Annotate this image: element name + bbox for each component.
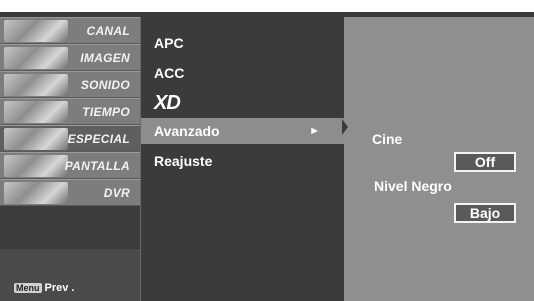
pointer-icon: [342, 119, 348, 135]
category-tiempo[interactable]: TIEMPO: [0, 98, 140, 125]
nivel-negro-value[interactable]: Bajo: [454, 203, 516, 223]
category-dvr[interactable]: DVR: [0, 179, 140, 206]
cine-value[interactable]: Off: [454, 152, 516, 172]
menu-item-apc[interactable]: APC: [141, 30, 344, 56]
prev-hint[interactable]: Menu Prev .: [14, 282, 74, 294]
category-imagen[interactable]: IMAGEN: [0, 44, 140, 71]
menu-item-acc[interactable]: ACC: [141, 60, 344, 86]
submenu-arrow-icon: ►: [309, 125, 320, 137]
menu-item-label: ACC: [154, 65, 185, 81]
osd-screen: CANAL IMAGEN SONIDO TIEMPO ESPECIAL PANT…: [0, 0, 534, 301]
menu-item-avanzado[interactable]: Avanzado ►: [141, 118, 344, 144]
xd-logo: XD: [154, 92, 181, 114]
especial-menu: APC ACC XD Avanzado ► Reajuste: [140, 17, 344, 301]
category-sonido[interactable]: SONIDO: [0, 71, 140, 98]
category-label: PANTALLA: [64, 159, 130, 173]
category-label: CANAL: [86, 24, 130, 38]
avanzado-submenu: Cine Off Nivel Negro Bajo: [342, 17, 534, 301]
category-especial[interactable]: ESPECIAL: [0, 125, 140, 152]
menu-item-label: Reajuste: [154, 153, 213, 169]
canal-icon: [4, 20, 68, 42]
imagen-icon: [4, 47, 68, 69]
especial-icon: [4, 128, 68, 150]
category-label: ESPECIAL: [67, 132, 130, 146]
menu-item-label: Avanzado: [154, 123, 220, 139]
category-label: TIEMPO: [82, 105, 130, 119]
category-pantalla[interactable]: PANTALLA: [0, 152, 140, 179]
category-column: CANAL IMAGEN SONIDO TIEMPO ESPECIAL PANT…: [0, 17, 140, 301]
tiempo-icon: [4, 101, 68, 123]
category-label: IMAGEN: [80, 51, 130, 65]
sonido-icon: [4, 74, 68, 96]
menu-item-label: APC: [154, 35, 184, 51]
menu-item-xd[interactable]: XD: [141, 90, 344, 116]
category-footer: Menu Prev .: [0, 249, 140, 301]
category-label: DVR: [103, 186, 130, 200]
prev-label: Prev .: [44, 282, 75, 294]
category-canal[interactable]: CANAL: [0, 17, 140, 44]
category-label: SONIDO: [80, 78, 130, 92]
pantalla-icon: [4, 155, 68, 177]
cine-label: Cine: [372, 131, 403, 147]
menu-key-icon: Menu: [14, 283, 42, 294]
nivel-negro-label: Nivel Negro: [374, 178, 452, 194]
dvr-icon: [4, 182, 68, 204]
menu-item-reajuste[interactable]: Reajuste: [141, 148, 344, 174]
